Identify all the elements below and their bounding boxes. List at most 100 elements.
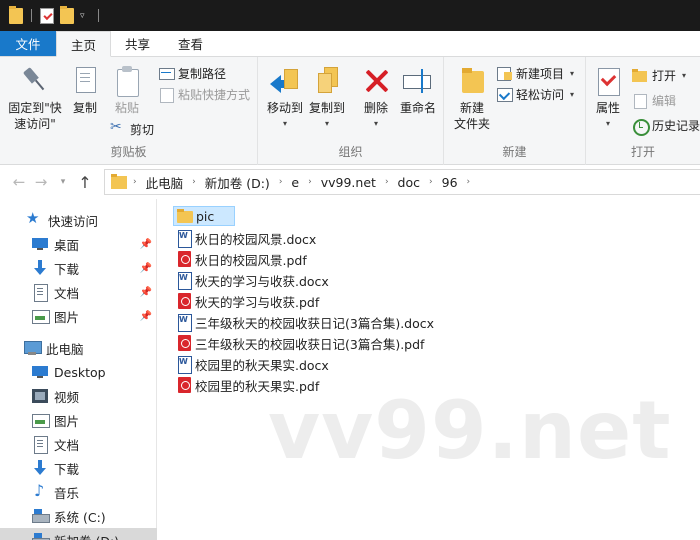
list-item[interactable]: 秋日的校园风景.docx: [173, 228, 320, 248]
chevron-right-icon[interactable]: ›: [385, 177, 389, 187]
breadcrumb-drive-d[interactable]: 新加卷 (D:): [205, 173, 270, 192]
tab-file[interactable]: 文件: [0, 31, 56, 56]
chevron-right-icon[interactable]: ›: [192, 177, 196, 187]
chevron-down-icon[interactable]: ▿: [80, 11, 90, 21]
breadcrumb-96[interactable]: 96: [442, 175, 458, 190]
sidebar-item-downloads-pc[interactable]: 下载: [0, 456, 157, 480]
picture-icon: [32, 412, 50, 428]
cut-button[interactable]: 剪切: [110, 119, 154, 139]
copy-path-button[interactable]: 复制路径: [158, 63, 226, 83]
sidebar-item-downloads[interactable]: 下载 📌: [0, 256, 157, 280]
rename-icon: [403, 65, 433, 97]
sidebar-item-this-pc[interactable]: 此电脑: [0, 336, 157, 360]
chevron-right-icon[interactable]: ›: [429, 177, 433, 187]
list-item[interactable]: 秋天的学习与收获.pdf: [173, 291, 323, 311]
folder-icon[interactable]: [9, 5, 23, 24]
back-arrow-icon[interactable]: ←: [8, 173, 30, 191]
chevron-down-icon: ▾: [282, 119, 287, 128]
new-folder-label-1: 新建: [459, 101, 484, 115]
sidebar-item-label: 文档: [54, 437, 80, 453]
sidebar-item-documents-pc[interactable]: 文档: [0, 432, 157, 456]
chevron-right-icon[interactable]: ›: [308, 177, 312, 187]
sidebar-item-drive-d[interactable]: 新加卷 (D:): [0, 528, 157, 540]
music-icon: [32, 481, 48, 500]
sidebar-item-drive-c[interactable]: 系统 (C:): [0, 504, 157, 528]
list-item[interactable]: 校园里的秋天果实.docx: [173, 354, 333, 374]
move-to-label: 移动到: [266, 101, 303, 115]
sidebar-item-label: 快速访问: [48, 213, 99, 229]
sidebar-item-desktop-pc[interactable]: Desktop: [0, 360, 157, 384]
chevron-down-icon: ▾: [682, 70, 687, 80]
forward-arrow-icon[interactable]: →: [30, 173, 52, 191]
list-item[interactable]: pic: [173, 206, 235, 226]
pin-icon: 📌: [139, 310, 152, 322]
new-group-label: 新建: [502, 145, 527, 159]
copy-button[interactable]: 复制: [68, 65, 102, 116]
sidebar-item-label: 文档: [54, 285, 80, 301]
chevron-down-icon: ▾: [570, 68, 575, 78]
clipboard-icon: [112, 65, 142, 97]
document-icon: [32, 284, 48, 302]
pin-to-quick-access-button[interactable]: 固定到"快 速访问": [6, 65, 64, 132]
copy-to-button[interactable]: 复制到 ▾: [308, 65, 346, 132]
paste-shortcut-button[interactable]: 粘贴快捷方式: [158, 84, 250, 104]
paste-shortcut-label: 粘贴快捷方式: [178, 87, 251, 102]
chevron-right-icon[interactable]: ›: [467, 177, 471, 187]
open-button[interactable]: 打开 ▾: [632, 65, 686, 85]
tab-share[interactable]: 共享: [111, 31, 164, 56]
list-item[interactable]: 秋日的校园风景.pdf: [173, 249, 311, 269]
clipboard-group: 固定到"快 速访问" 复制 粘贴 复制路径 粘贴快捷方式 剪切 剪贴板: [0, 57, 258, 165]
chevron-down-icon: ▾: [324, 119, 329, 128]
breadcrumb-vv99[interactable]: vv99.net: [321, 175, 376, 190]
chevron-down-icon: ▾: [373, 119, 378, 128]
sidebar-item-videos[interactable]: 视频: [0, 384, 157, 408]
open-group: 属性 ▾ 打开 ▾ 编辑 历史记录 打开: [586, 57, 700, 165]
clipboard-group-label: 剪贴板: [110, 145, 147, 159]
history-button[interactable]: 历史记录: [632, 115, 700, 136]
paste-button[interactable]: 粘贴: [110, 65, 144, 116]
organize-group: 移动到 ▾ 复制到 ▾ 删除 ▾ 重命名 组织: [258, 57, 444, 165]
delete-button[interactable]: 删除 ▾: [358, 65, 394, 132]
list-item[interactable]: 秋天的学习与收获.docx: [173, 270, 333, 290]
sidebar-item-label: 图片: [54, 413, 80, 429]
breadcrumb-e[interactable]: e: [291, 175, 299, 190]
move-to-button[interactable]: 移动到 ▾: [266, 65, 304, 132]
breadcrumb-doc[interactable]: doc: [398, 175, 420, 190]
title-bar: ▿: [0, 0, 700, 31]
easy-access-button[interactable]: 轻松访问 ▾: [496, 84, 574, 104]
sidebar-item-documents[interactable]: 文档 📌: [0, 280, 157, 304]
properties-icon[interactable]: [40, 7, 54, 24]
up-arrow-icon[interactable]: ↑: [74, 173, 96, 192]
rename-button[interactable]: 重命名: [398, 65, 438, 116]
properties-button[interactable]: 属性 ▾: [592, 65, 624, 132]
sidebar-item-pictures-pc[interactable]: 图片: [0, 408, 157, 432]
tab-home[interactable]: 主页: [56, 31, 112, 57]
list-item[interactable]: 三年级秋天的校园收获日记(3篇合集).docx: [173, 312, 438, 332]
pin-label-1: 固定到"快: [8, 101, 62, 115]
ribbon-tabs: 文件 主页 共享 查看: [0, 31, 700, 57]
sidebar-item-pictures[interactable]: 图片 📌: [0, 304, 157, 328]
new-folder-button[interactable]: 新建 文件夹: [450, 65, 494, 132]
chevron-right-icon[interactable]: ›: [133, 177, 137, 187]
breadcrumb-this-pc[interactable]: 此电脑: [146, 173, 184, 192]
desktop-icon: [32, 236, 48, 252]
new-folder-label-2: 文件夹: [453, 117, 490, 131]
sidebar-item-quick-access[interactable]: 快速访问: [0, 208, 157, 232]
file-name: 秋日的校园风景.docx: [195, 231, 317, 247]
chevron-right-icon[interactable]: ›: [279, 177, 283, 187]
sidebar-item-desktop[interactable]: 桌面 📌: [0, 232, 157, 256]
rename-label: 重命名: [399, 101, 436, 115]
download-icon: [32, 260, 48, 276]
tab-view[interactable]: 查看: [164, 31, 217, 56]
open-group-label: 打开: [630, 145, 655, 159]
copy-path-label: 复制路径: [178, 66, 227, 81]
computer-icon: [24, 340, 42, 356]
new-folder-icon[interactable]: [60, 5, 74, 24]
edit-button[interactable]: 编辑: [632, 90, 676, 110]
desktop-icon: [32, 364, 48, 380]
sidebar-item-music[interactable]: 音乐: [0, 480, 157, 504]
list-item[interactable]: 三年级秋天的校园收获日记(3篇合集).pdf: [173, 333, 428, 353]
new-item-button[interactable]: 新建项目 ▾: [496, 63, 574, 83]
address-bar[interactable]: › 此电脑 › 新加卷 (D:) › e › vv99.net › doc › …: [104, 169, 700, 195]
recent-chevron-icon[interactable]: ▾: [52, 177, 74, 187]
